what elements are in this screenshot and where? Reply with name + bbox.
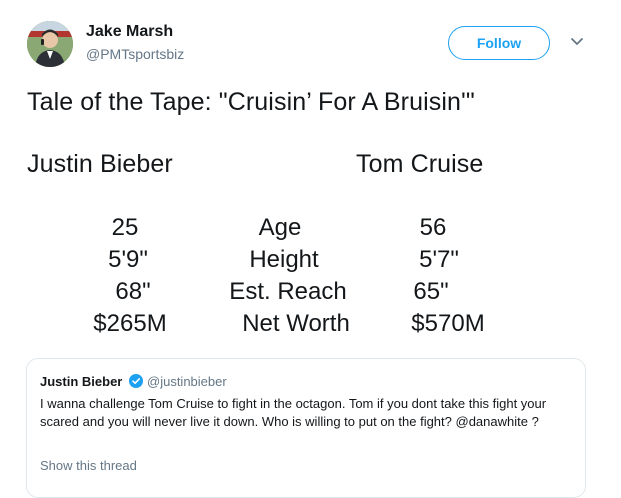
quoted-handle[interactable]: @justinbieber (147, 374, 227, 389)
right-net-worth: $570M (411, 310, 485, 337)
right-age: 56 (419, 214, 447, 241)
tweet-title: Tale of the Tape: "Cruisin’ For A Bruisi… (27, 88, 475, 116)
fighter-left-name: Justin Bieber (27, 150, 173, 178)
fighter-right-name: Tom Cruise (356, 150, 484, 178)
left-reach: 68" (115, 278, 151, 305)
quoted-display-name[interactable]: Justin Bieber (40, 374, 122, 389)
chevron-down-icon[interactable] (569, 36, 585, 48)
quoted-tweet-card[interactable]: Justin Bieber @justinbieber I wanna chal… (26, 358, 586, 498)
profile-photo (27, 21, 73, 67)
left-age: 25 (111, 214, 139, 241)
avatar[interactable] (27, 21, 73, 67)
label-net-worth: Net Worth (242, 310, 350, 337)
label-height: Height (249, 246, 319, 273)
label-reach: Est. Reach (229, 278, 347, 305)
left-height: 5'9" (108, 246, 148, 273)
follow-button[interactable]: Follow (448, 26, 550, 60)
verified-badge-icon (129, 374, 143, 388)
right-reach: 65" (413, 278, 449, 305)
label-age: Age (258, 214, 302, 241)
author-handle[interactable]: @PMTsportsbiz (86, 46, 184, 62)
left-net-worth: $265M (93, 310, 167, 337)
show-thread-link[interactable]: Show this thread (40, 458, 137, 473)
quoted-tweet-text: I wanna challenge Tom Cruise to fight in… (40, 396, 547, 429)
author-display-name[interactable]: Jake Marsh (86, 23, 173, 41)
right-height: 5'7" (419, 246, 459, 273)
